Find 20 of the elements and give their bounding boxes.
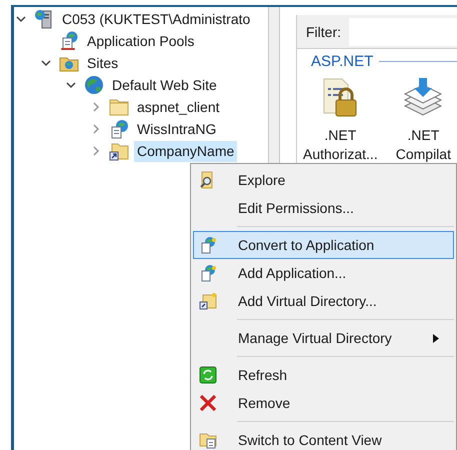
tree-item[interactable]: aspnet_client: [134, 96, 223, 118]
menu-item[interactable]: Edit Permissions...: [223, 194, 454, 222]
menu-item[interactable]: Add Virtual Directory...: [223, 287, 454, 315]
tree-item[interactable]: WissIntraNG: [134, 118, 220, 140]
feature-label[interactable]: .NET Compilat: [396, 126, 451, 164]
group-title: ASP.NET: [311, 53, 374, 70]
menu-item[interactable]: Add Application...: [223, 259, 454, 287]
menu-item[interactable]: Switch to Content View: [223, 426, 454, 450]
tree-item[interactable]: Application Pools: [84, 30, 198, 52]
feature-label[interactable]: .NET Authorizat...: [303, 126, 378, 164]
menu-item[interactable]: Remove: [223, 389, 454, 417]
menu-item[interactable]: Refresh: [223, 361, 454, 389]
filter-label: Filter:: [306, 24, 341, 40]
menu-item[interactable]: Manage Virtual Directory: [223, 324, 454, 352]
tree-item[interactable]: C053 (KUKTEST\Administrato: [59, 8, 254, 30]
tree-item[interactable]: Sites: [84, 52, 122, 74]
menu-item[interactable]: Explore: [223, 166, 454, 194]
tree-item[interactable]: Default Web Site: [109, 74, 220, 96]
tree-item[interactable]: CompanyName: [134, 140, 238, 162]
menu-item[interactable]: Convert to Application: [193, 231, 454, 259]
